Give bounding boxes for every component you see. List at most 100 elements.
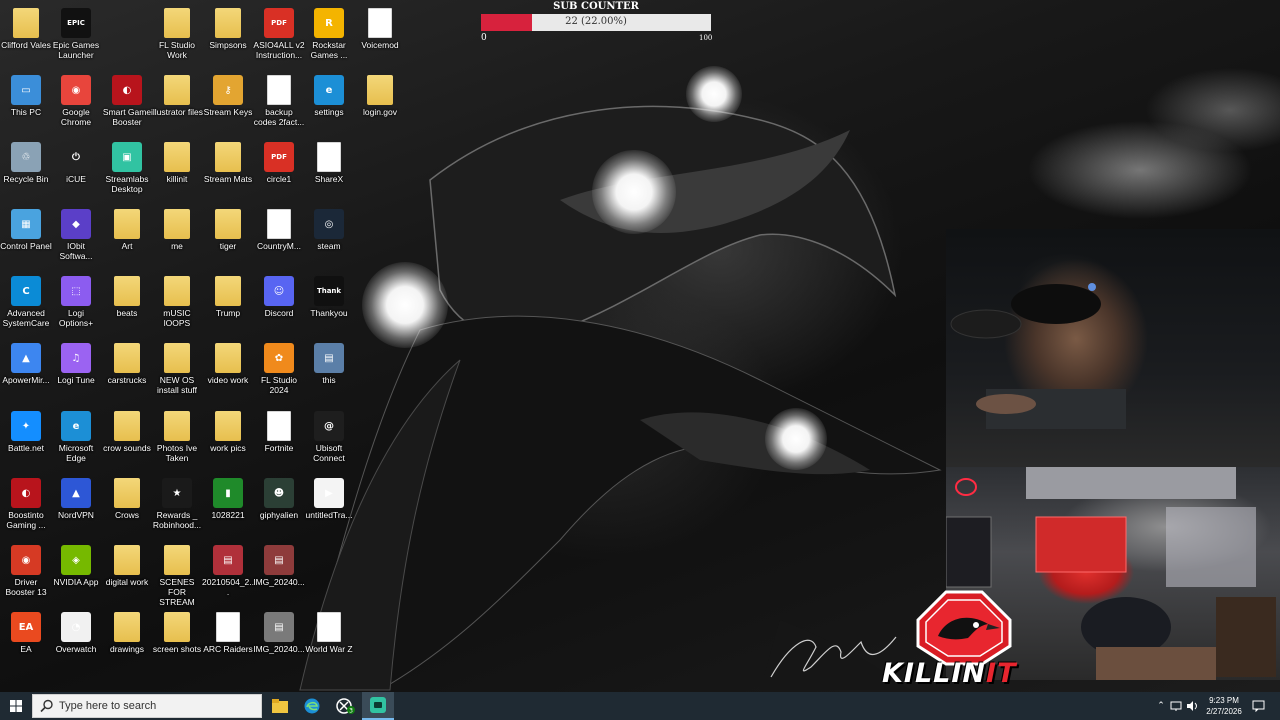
desktop-icon[interactable]: ▲ ApowerMir... <box>0 343 52 385</box>
desktop-icon[interactable]: ◉ Google Chrome <box>50 75 102 127</box>
desktop-icon[interactable]: ▣ Streamlabs Desktop <box>101 142 153 194</box>
desktop-icon-label: IObit Softwa... <box>59 241 93 261</box>
desktop-icon[interactable]: crow sounds <box>101 411 153 453</box>
desktop-icon[interactable]: EPIC Epic Games Launcher <box>50 8 102 60</box>
desktop-icon[interactable]: SCENES FOR STREAM <box>151 545 203 607</box>
desktop-icon[interactable]: CountryM... <box>253 209 305 251</box>
taskbar-file-explorer[interactable] <box>264 692 296 720</box>
desktop-icon[interactable]: ◎ steam <box>303 209 355 251</box>
desktop-icon[interactable]: ✦ Battle.net <box>0 411 52 453</box>
desktop-icon-label: illustrator files <box>151 107 203 117</box>
desktop-icon-label: Overwatch <box>55 644 97 654</box>
desktop-icon[interactable]: login.gov <box>354 75 406 117</box>
desktop-icon[interactable]: PDF ASIO4ALL v2 Instruction... <box>253 8 305 60</box>
desktop-icon[interactable]: Simpsons <box>202 8 254 50</box>
crow-eye-glow <box>686 66 742 122</box>
desktop-icon[interactable]: ⏻ iCUE <box>50 142 102 184</box>
folder-icon <box>164 276 190 306</box>
desktop-icon[interactable]: screen shots <box>151 612 203 654</box>
desktop-icon[interactable]: ▭ This PC <box>0 75 52 117</box>
desktop-icon-label: untitledTra... <box>305 510 353 520</box>
windows-logo-icon <box>10 700 22 712</box>
desktop-icon[interactable]: C Advanced SystemCare <box>0 276 52 328</box>
desktop-icon[interactable]: NEW OS install stuff <box>151 343 203 395</box>
desktop-icon[interactable]: ⚷ Stream Keys <box>202 75 254 117</box>
tray-chevron-up-icon[interactable]: ⌃ <box>1154 701 1168 711</box>
desktop-icon[interactable]: Crows <box>101 478 153 520</box>
desktop-icon[interactable]: ▮ 1028221 <box>202 478 254 520</box>
system-tray: ⌃ <box>1154 692 1200 720</box>
desktop-icon[interactable]: ShareX <box>303 142 355 184</box>
desktop-icon[interactable]: killinit <box>151 142 203 184</box>
desktop-icon[interactable]: e settings <box>303 75 355 117</box>
desktop-icon[interactable]: ▤ this <box>303 343 355 385</box>
desktop-icon[interactable]: me <box>151 209 203 251</box>
desktop-icon[interactable]: ☻ giphyalien <box>253 478 305 520</box>
network-icon[interactable] <box>1170 700 1184 712</box>
start-button[interactable] <box>0 692 32 720</box>
desktop-icon[interactable]: carstrucks <box>101 343 153 385</box>
desktop-icon[interactable]: ◆ IObit Softwa... <box>50 209 102 261</box>
desktop-icon[interactable]: EA EA <box>0 612 52 654</box>
game-booster-icon: ◐ <box>112 75 142 105</box>
desktop-icon[interactable]: ◈ NVIDIA App <box>50 545 102 587</box>
thankyou-image-icon: Thank <box>314 276 344 306</box>
desktop-icon-label: Simpsons <box>209 40 247 50</box>
desktop-icon[interactable]: Clifford Vales <box>0 8 52 50</box>
desktop-icon[interactable]: ☺ Discord <box>253 276 305 318</box>
desktop-icon[interactable]: ◔ Overwatch <box>50 612 102 654</box>
desktop-icon[interactable]: drawings <box>101 612 153 654</box>
taskbar-xbox[interactable]: 3 <box>330 692 362 720</box>
desktop-icon[interactable]: ◉ Driver Booster 13 <box>0 545 52 597</box>
taskbar-clock[interactable]: 9:23 PM 2/27/2026 <box>1196 695 1252 717</box>
desktop-icon[interactable]: work pics <box>202 411 254 453</box>
desktop-icon[interactable]: ◐ Boostinto Gaming ... <box>0 478 52 530</box>
desktop-icon-label: Control Panel <box>0 241 52 251</box>
folder-icon <box>164 209 190 239</box>
desktop-icon[interactable]: video work <box>202 343 254 385</box>
desktop-icon[interactable]: tiger <box>202 209 254 251</box>
folder-icon <box>215 209 241 239</box>
notification-icon[interactable] <box>1252 700 1266 712</box>
desktop-icon[interactable]: Art <box>101 209 153 251</box>
desktop-icon[interactable]: ⬚ Logi Options+ <box>50 276 102 328</box>
desktop-icon[interactable]: backup codes 2fact... <box>253 75 305 127</box>
desktop-icon[interactable]: ♲ Recycle Bin <box>0 142 52 184</box>
desktop-icon[interactable]: ♫ Logi Tune <box>50 343 102 385</box>
desktop-icon[interactable]: ▤ IMG_20240... <box>253 612 305 654</box>
desktop-icon[interactable]: @ Ubisoft Connect <box>303 411 355 463</box>
desktop-icon[interactable]: illustrator files <box>151 75 203 117</box>
file-icon <box>317 612 341 642</box>
desktop-icon[interactable]: digital work <box>101 545 153 587</box>
desktop-icon[interactable]: ▤ 20210504_2... <box>202 545 254 597</box>
desktop-icon[interactable]: Voicemod <box>354 8 406 50</box>
desktop-icon[interactable]: ▲ NordVPN <box>50 478 102 520</box>
desktop-icon[interactable]: ★ Rewards _ Robinhood... <box>151 478 203 530</box>
desktop-icon[interactable]: ✿ FL Studio 2024 <box>253 343 305 395</box>
boost-gaming-icon: ◐ <box>11 478 41 508</box>
desktop-icon[interactable]: PDF circle1 <box>253 142 305 184</box>
desktop-icon[interactable]: e Microsoft Edge <box>50 411 102 463</box>
desktop-icon[interactable]: FL Studio Work <box>151 8 203 60</box>
desktop-icon[interactable]: R Rockstar Games ... <box>303 8 355 60</box>
desktop-icon[interactable]: ▦ Control Panel <box>0 209 52 251</box>
desktop-icon[interactable]: Trump <box>202 276 254 318</box>
desktop-icon[interactable]: Stream Mats <box>202 142 254 184</box>
desktop-icon[interactable]: beats <box>101 276 153 318</box>
desktop-icon[interactable]: ▤ IMG_20240... <box>253 545 305 587</box>
desktop-icon[interactable]: Thank Thankyou <box>303 276 355 318</box>
desktop-icon-label: beats <box>116 308 138 318</box>
desktop-icon-label: Streamlabs Desktop <box>105 174 149 194</box>
desktop-icon[interactable]: ◐ Smart Game Booster <box>101 75 153 127</box>
desktop-icon[interactable]: ▶ untitledTra... <box>303 478 355 520</box>
desktop-icon[interactable]: ARC Raiders <box>202 612 254 654</box>
taskbar-edge[interactable] <box>296 692 328 720</box>
taskbar-search-box[interactable]: Type here to search <box>32 694 262 718</box>
folder-icon <box>114 545 140 575</box>
desktop-icon[interactable]: mUSIC lOOPS <box>151 276 203 328</box>
desktop-icon[interactable]: World War Z <box>303 612 355 654</box>
taskbar-streamlabs[interactable] <box>362 692 394 720</box>
desktop-icon[interactable]: Photos Ive Taken <box>151 411 203 463</box>
file-icon <box>317 142 341 172</box>
desktop-icon[interactable]: Fortnite <box>253 411 305 453</box>
